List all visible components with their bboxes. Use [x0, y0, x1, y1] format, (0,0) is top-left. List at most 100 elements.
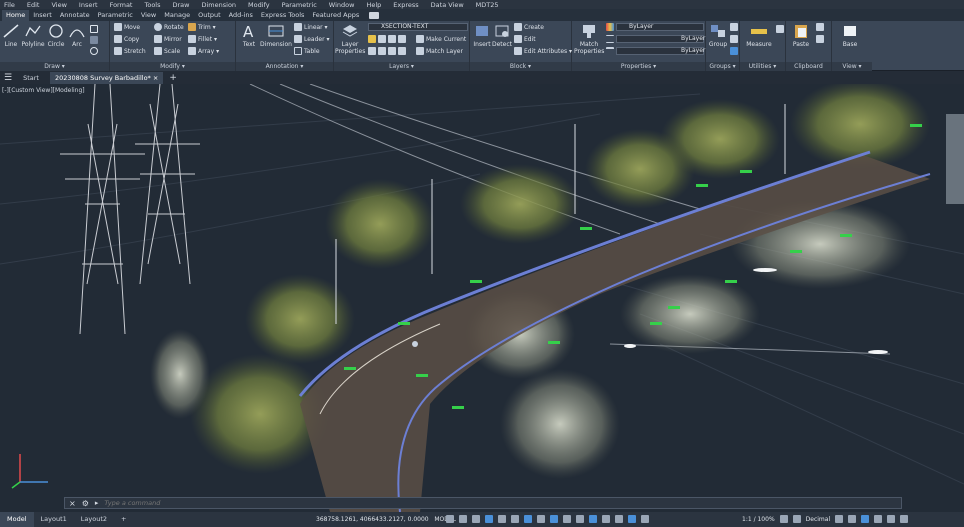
panel-properties-title[interactable]: Properties ▾: [572, 62, 705, 71]
polyline-button[interactable]: Polyline: [20, 23, 46, 48]
tab-parametric[interactable]: Parametric: [94, 10, 137, 21]
tab-output[interactable]: Output: [194, 10, 225, 21]
make-current-button[interactable]: Make Current: [416, 35, 466, 43]
linetype-dropdown[interactable]: ByLayer: [616, 35, 705, 43]
customization-icon[interactable]: [900, 515, 909, 523]
auto-scale-icon[interactable]: [641, 515, 649, 523]
annotation-monitor-icon[interactable]: [792, 515, 801, 523]
menu-file[interactable]: File: [4, 1, 15, 9]
layer-unlock-icon[interactable]: [388, 47, 396, 55]
layer-lock-icon[interactable]: [398, 35, 406, 43]
file-tab-active[interactable]: 20230808 Survey Barbadillo* ×: [49, 71, 164, 84]
panel-clipboard-title[interactable]: Clipboard: [786, 62, 831, 71]
workspace-gear-icon[interactable]: [779, 515, 788, 523]
panel-utilities-title[interactable]: Utilities ▾: [740, 62, 785, 71]
create-block-button[interactable]: Create: [514, 23, 544, 31]
tab-featured-apps[interactable]: Featured Apps: [308, 10, 363, 21]
viewcube-panel[interactable]: [946, 114, 964, 204]
add-layout-icon[interactable]: +: [114, 512, 133, 527]
group-button[interactable]: Group: [708, 23, 728, 48]
rectangle-button[interactable]: [90, 25, 98, 33]
tab-express-tools[interactable]: Express Tools: [257, 10, 308, 21]
panel-annotation-title[interactable]: Annotation ▾: [236, 62, 333, 71]
isolate-objects-icon[interactable]: [861, 515, 870, 523]
layout-tab-layout2[interactable]: Layout2: [74, 512, 114, 527]
menu-modify[interactable]: Modify: [248, 1, 270, 9]
grid-icon[interactable]: [446, 515, 454, 523]
tab-home[interactable]: Home: [2, 10, 30, 21]
menu-parametric[interactable]: Parametric: [282, 1, 317, 9]
annotation-scale[interactable]: 1:1 / 100%: [742, 516, 775, 523]
command-settings-icon[interactable]: ⚙: [82, 499, 89, 508]
layer-dropdown[interactable]: XSECTION-TEXT: [368, 23, 468, 31]
menu-edit[interactable]: Edit: [27, 1, 40, 9]
panel-block-title[interactable]: Block ▾: [470, 62, 571, 71]
gizmo-icon[interactable]: [615, 515, 623, 523]
insert-button[interactable]: Insert: [472, 23, 492, 48]
paste-button[interactable]: Paste: [790, 23, 812, 48]
lineweight-dropdown[interactable]: ByLayer: [616, 47, 705, 55]
dynamic-ucs-icon[interactable]: [589, 515, 597, 523]
menu-dimension[interactable]: Dimension: [201, 1, 236, 9]
lineweight-toggle-icon[interactable]: [537, 515, 545, 523]
line-button[interactable]: Line: [2, 23, 20, 48]
layer-properties-button[interactable]: Layer Properties: [335, 23, 365, 55]
menu-view[interactable]: View: [51, 1, 66, 9]
ortho-icon[interactable]: [472, 515, 480, 523]
menu-draw[interactable]: Draw: [173, 1, 190, 9]
match-layer-button[interactable]: Match Layer: [416, 47, 463, 55]
cut-button[interactable]: [816, 35, 824, 43]
viewport-controls-label[interactable]: [-][Custom View][Modeling]: [2, 87, 85, 94]
units-selector[interactable]: Decimal: [806, 516, 830, 523]
tab-add-ins[interactable]: Add-ins: [225, 10, 257, 21]
linear-button[interactable]: Linear ▾: [294, 23, 328, 31]
menu-mdt25[interactable]: MDT25: [476, 1, 499, 9]
layer-thaw-icon[interactable]: [378, 47, 386, 55]
dimension-button[interactable]: Dimension: [260, 23, 292, 48]
close-tab-icon[interactable]: ×: [153, 74, 158, 82]
stretch-button[interactable]: Stretch: [114, 47, 146, 55]
color-dropdown[interactable]: ByLayer: [616, 23, 704, 31]
panel-view-title[interactable]: View ▾: [832, 62, 872, 71]
calculator-button[interactable]: [776, 25, 784, 33]
layout-tab-model[interactable]: Model: [0, 512, 34, 527]
match-properties-button[interactable]: Match Properties: [574, 23, 604, 55]
tab-manage[interactable]: Manage: [160, 10, 194, 21]
rotate-button[interactable]: Rotate: [154, 23, 184, 31]
fillet-button[interactable]: Fillet ▾: [188, 35, 217, 43]
move-button[interactable]: Move: [114, 23, 140, 31]
transparency-icon[interactable]: [550, 515, 558, 523]
layer-unisolate-icon[interactable]: [368, 47, 376, 55]
layer-on-icon[interactable]: [398, 47, 406, 55]
command-input[interactable]: [104, 499, 805, 507]
measure-button[interactable]: Measure: [744, 23, 774, 48]
menu-window[interactable]: Window: [329, 1, 355, 9]
annotation-visibility-icon[interactable]: [628, 515, 636, 523]
tab-insert[interactable]: Insert: [29, 10, 56, 21]
arc-button[interactable]: Arc: [68, 23, 86, 48]
graphics-performance-icon[interactable]: [874, 515, 883, 523]
menu-insert[interactable]: Insert: [79, 1, 98, 9]
panel-groups-title[interactable]: Groups ▾: [706, 62, 739, 71]
isodraft-icon[interactable]: [498, 515, 506, 523]
edit-attributes-button[interactable]: Edit Attributes ▾: [514, 47, 572, 55]
osnap-icon[interactable]: [524, 515, 532, 523]
tab-view[interactable]: View: [137, 10, 160, 21]
menu-help[interactable]: Help: [366, 1, 381, 9]
array-button[interactable]: Array ▾: [188, 47, 219, 55]
selection-cycling-icon[interactable]: [563, 515, 571, 523]
panel-layers-title[interactable]: Layers ▾: [334, 62, 469, 71]
quick-properties-icon[interactable]: [835, 515, 844, 523]
group-edit-button[interactable]: [730, 35, 738, 43]
scale-button[interactable]: Scale: [154, 47, 180, 55]
new-tab-icon[interactable]: +: [169, 73, 177, 83]
snap-icon[interactable]: [459, 515, 467, 523]
group-select-button[interactable]: [730, 47, 738, 55]
osnap-tracking-icon[interactable]: [511, 515, 519, 523]
3d-osnap-icon[interactable]: [576, 515, 584, 523]
trim-button[interactable]: Trim ▾: [188, 23, 216, 31]
text-button[interactable]: A Text: [240, 23, 258, 48]
menu-express[interactable]: Express: [393, 1, 418, 9]
lock-ui-icon[interactable]: [848, 515, 857, 523]
circle-button[interactable]: Circle: [46, 23, 66, 48]
